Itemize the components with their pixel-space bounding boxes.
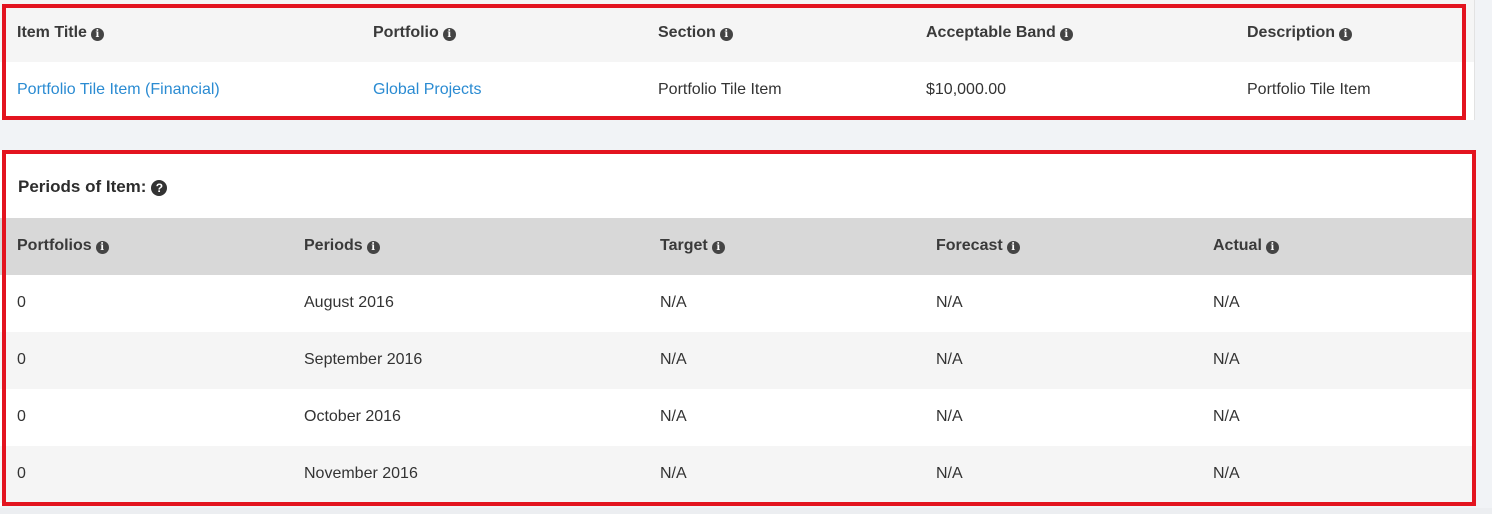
row-target: N/A [660,408,687,425]
portfolio-link[interactable]: Global Projects [373,81,482,99]
section-value: Portfolio Tile Item [658,81,782,98]
info-icon[interactable]: i [366,241,380,254]
header-actual: Actual i [1213,237,1279,255]
info-icon[interactable]: i [1006,241,1020,254]
header-section: Section i [658,24,733,42]
info-icon[interactable]: i [1339,28,1353,41]
row-actual: N/A [1213,294,1240,311]
row-period: August 2016 [304,294,394,311]
row-actual: N/A [1213,465,1240,482]
header-target: Target i [660,237,725,255]
page: Item Title i Portfolio i Section i Acceptab… [0,0,1492,514]
header-description: Description i [1247,24,1353,42]
row-portfolios: 0 [17,294,26,311]
header-forecast-label: Forecast [936,237,1003,254]
panel-edge [1474,0,1475,120]
header-target-label: Target [660,237,708,254]
table-row [0,446,1474,503]
row-portfolios: 0 [17,408,26,425]
row-target: N/A [660,465,687,482]
row-forecast: N/A [936,408,963,425]
row-target: N/A [660,294,687,311]
row-period: October 2016 [304,408,401,425]
acceptable-band-value: $10,000.00 [926,81,1007,98]
item-title-link[interactable]: Portfolio Tile Item (Financial) [17,81,220,99]
header-description-label: Description [1247,24,1336,41]
row-forecast: N/A [936,294,963,311]
periods-title-text: Periods of Item: [18,177,147,196]
header-periods: Periods i [304,237,380,255]
row-forecast: N/A [936,351,963,368]
info-icon[interactable]: i [719,28,733,41]
description-value: Portfolio Tile Item [1247,81,1371,98]
table-row [0,389,1474,446]
row-portfolios: 0 [17,351,26,368]
row-period: September 2016 [304,351,423,368]
info-icon[interactable]: i [95,241,109,254]
info-icon[interactable]: i [1059,28,1073,41]
row-forecast: N/A [936,465,963,482]
header-periods-label: Periods [304,237,363,254]
row-period: November 2016 [304,465,418,482]
help-icon[interactable]: ? [151,180,168,196]
header-portfolio: Portfolio i [373,24,456,42]
row-portfolios: 0 [17,465,26,482]
info-icon[interactable]: i [1265,241,1279,254]
item-details-table: Item Title i Portfolio i Section i Acceptab… [0,0,1474,120]
periods-title: Periods of Item:? [18,177,168,197]
info-icon[interactable]: i [442,28,456,41]
table-row [0,332,1474,389]
header-section-label: Section [658,24,716,41]
header-portfolios: Portfolios i [17,237,109,255]
header-forecast: Forecast i [936,237,1020,255]
table-row [0,275,1474,332]
header-item-title-label: Item Title [17,24,87,41]
info-icon[interactable]: i [711,241,725,254]
row-target: N/A [660,351,687,368]
header-acceptable-band-label: Acceptable Band [926,24,1056,41]
row-actual: N/A [1213,408,1240,425]
header-actual-label: Actual [1213,237,1262,254]
info-icon[interactable]: i [90,28,104,41]
row-actual: N/A [1213,351,1240,368]
header-item-title: Item Title i [17,24,104,42]
header-portfolios-label: Portfolios [17,237,92,254]
header-acceptable-band: Acceptable Band i [926,24,1073,42]
header-portfolio-label: Portfolio [373,24,439,41]
bottom-edge [0,508,1492,514]
